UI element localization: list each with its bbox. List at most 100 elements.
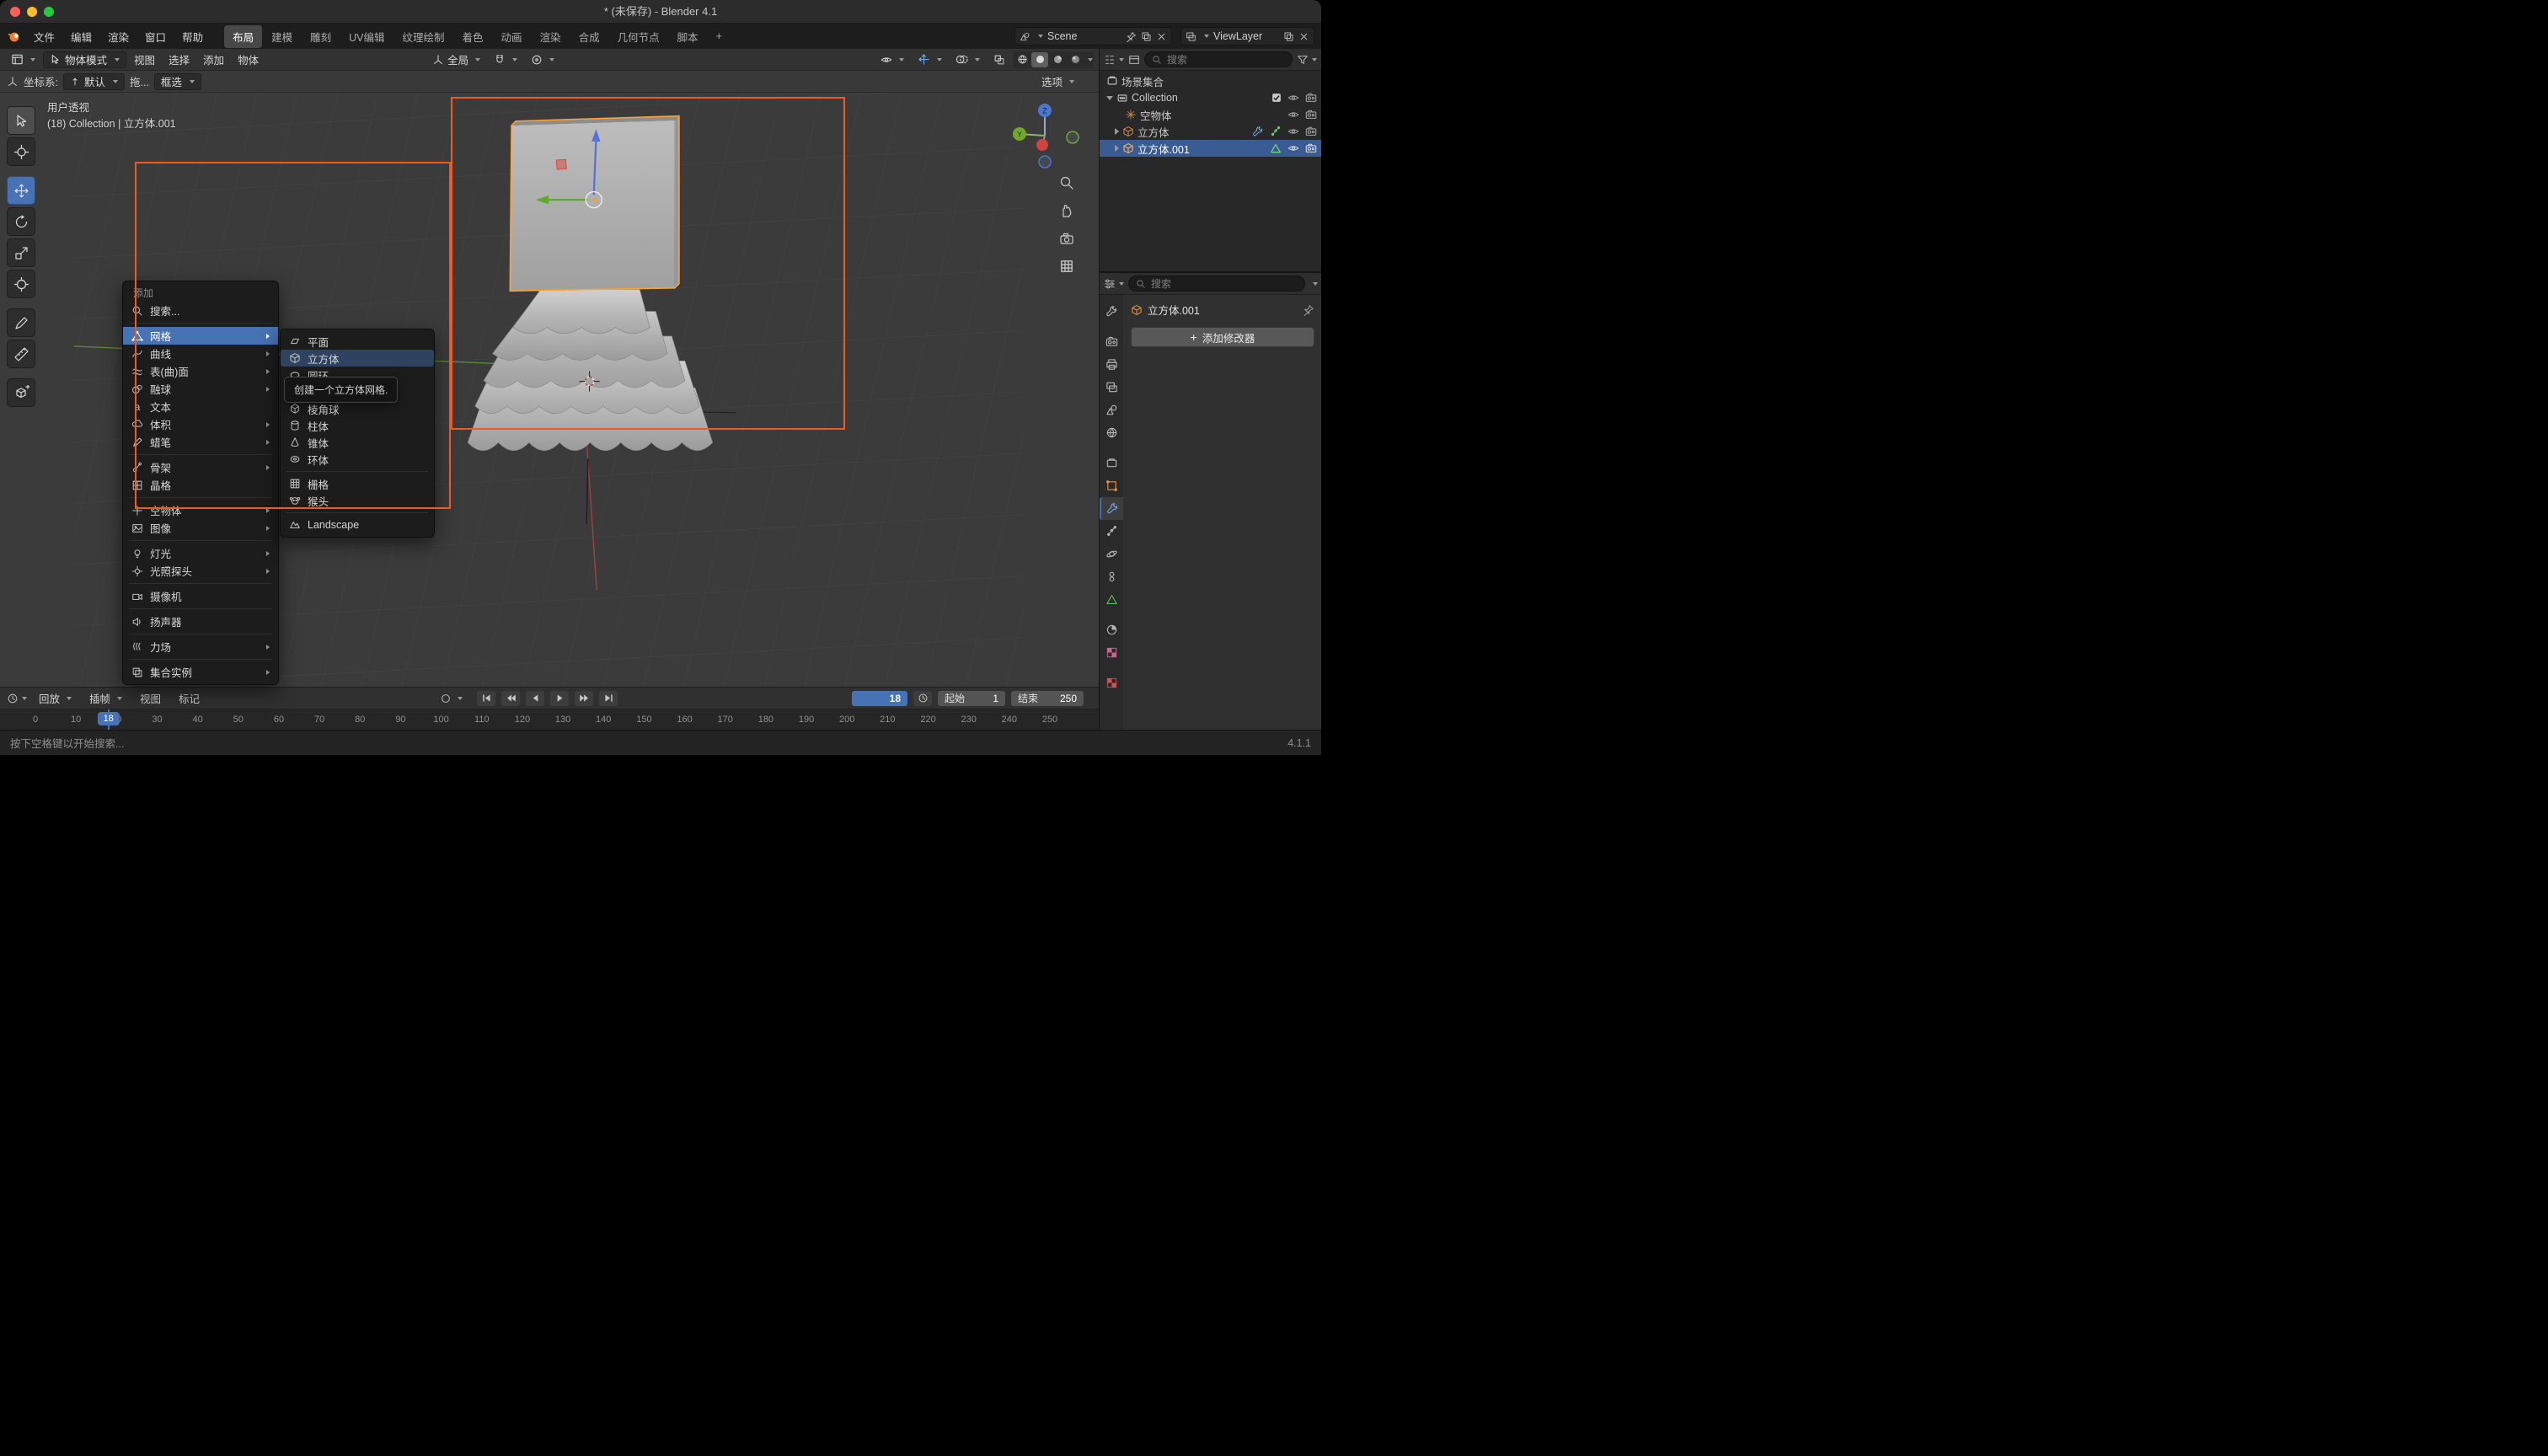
tab-modifiers[interactable] [1100,497,1123,520]
workspace-tab-modeling[interactable]: 建模 [263,25,301,48]
viewport-menu-select[interactable]: 选择 [163,50,195,69]
next-keyframe-button[interactable] [575,691,593,706]
transform-tool[interactable] [7,270,35,298]
scene-selector[interactable]: Scene [1014,27,1172,46]
render-visibility-icon[interactable] [1305,92,1317,104]
viewport-menu-object[interactable]: 物体 [232,50,265,69]
drag-label[interactable]: 拖... [130,73,149,89]
cursor-tool[interactable] [7,137,35,166]
view-layer-name[interactable]: ViewLayer [1213,30,1279,42]
properties-search-input[interactable]: 搜索 [1128,276,1305,292]
snapping-toggle[interactable] [488,52,523,67]
move-tool[interactable] [7,176,35,205]
pin-icon[interactable] [1303,304,1314,316]
render-visibility-icon[interactable] [1305,126,1317,137]
rotate-tool[interactable] [7,207,35,236]
tab-texture[interactable] [1100,641,1123,664]
workspace-tab-rendering[interactable]: 渲染 [532,25,570,48]
viewport-menu-view[interactable]: 视图 [128,50,161,69]
timeline-marker-menu[interactable]: 标记 [173,688,206,708]
add-menu-item-light[interactable]: 灯光 [123,544,278,562]
tab-scene[interactable] [1100,399,1123,421]
tab-physics[interactable] [1100,543,1123,565]
exclude-checkbox[interactable] [1271,93,1282,103]
new-scene-icon[interactable] [1141,31,1152,42]
playhead-frame-badge[interactable]: 18 [98,712,120,725]
tab-object-data[interactable] [1100,588,1123,611]
add-menu-item-force-field[interactable]: 力场 [123,638,278,656]
outliner-row-empty[interactable]: 空物体 [1100,106,1321,123]
blender-logo-icon[interactable] [7,29,22,44]
workspace-tab-texture-paint[interactable]: 纹理绘制 [394,25,453,48]
outliner-editor-selector[interactable] [1104,54,1124,66]
add-menu-item-image[interactable]: 图像 [123,519,278,537]
tab-collection[interactable] [1100,452,1123,474]
workspace-tab-animation[interactable]: 动画 [493,25,531,48]
play-button[interactable] [550,691,569,706]
zoom-icon[interactable] [1057,173,1077,193]
use-preview-range-toggle[interactable] [913,691,932,706]
workspace-tab-uv-editing[interactable]: UV编辑 [340,25,393,48]
menu-edit[interactable]: 编辑 [63,26,99,47]
shading-rendered-button[interactable] [1067,52,1084,67]
xray-toggle[interactable] [988,52,1011,67]
add-menu-item-light-probe[interactable]: 光照探头 [123,562,278,580]
add-workspace-button[interactable]: + [708,27,731,46]
outliner-row-collection[interactable]: Collection [1100,89,1321,106]
proportional-edit-toggle[interactable] [525,52,560,67]
tab-brush[interactable] [1100,672,1123,694]
overlays-toggle[interactable] [950,51,986,67]
collapse-icon[interactable] [1106,96,1113,100]
viewport-menu-add[interactable]: 添加 [197,50,230,69]
end-frame-field[interactable]: 结束250 [1011,691,1084,706]
play-reverse-button[interactable] [526,691,544,706]
tab-object[interactable] [1100,474,1123,497]
transform-orientation-selector[interactable]: 全局 [426,50,486,69]
add-menu-item-speaker[interactable]: 扬声器 [123,613,278,630]
tab-tool[interactable] [1100,300,1123,323]
menu-file[interactable]: 文件 [26,26,62,47]
annotate-tool[interactable] [7,308,35,337]
start-frame-field[interactable]: 起始1 [938,691,1005,706]
workspace-tab-shading[interactable]: 着色 [454,25,492,48]
options-dropdown[interactable]: 选项 [1036,72,1080,91]
tab-material[interactable] [1100,618,1123,641]
particles-icon[interactable] [1270,126,1282,137]
add-modifier-button[interactable]: + 添加修改器 [1131,327,1314,347]
auto-keying-toggle[interactable] [440,693,463,704]
pan-hand-icon[interactable] [1057,201,1077,221]
close-icon[interactable] [1298,31,1309,42]
properties-options-chevron[interactable] [1313,282,1318,286]
add-cube-tool[interactable] [7,378,35,407]
add-menu-item-camera[interactable]: 摄像机 [123,587,278,605]
shading-wireframe-button[interactable] [1014,52,1030,67]
tab-render[interactable] [1100,330,1123,353]
menu-help[interactable]: 帮助 [174,26,211,47]
new-view-layer-icon[interactable] [1283,31,1294,42]
add-menu-item-collection-instance[interactable]: 集合实例 [123,663,278,681]
timeline-view-menu[interactable]: 视图 [134,688,167,708]
close-icon[interactable] [1156,31,1167,42]
playback-menu[interactable]: 回放 [33,688,78,708]
tab-particles[interactable] [1100,520,1123,543]
navigation-gizmo[interactable]: Z Y [1008,99,1084,175]
timeline-ruler[interactable]: 0102030405060708090100110120130140150160… [0,709,1099,731]
previous-keyframe-button[interactable] [501,691,520,706]
workspace-tab-scripting[interactable]: 脚本 [669,25,707,48]
workspace-tab-layout[interactable]: 布局 [224,25,262,48]
pin-icon[interactable] [1126,31,1137,42]
workspace-tab-compositing[interactable]: 合成 [570,25,608,48]
mesh-item-landscape[interactable]: Landscape [281,517,434,533]
workspace-tab-sculpting[interactable]: 雕刻 [302,25,340,48]
mesh-data-icon[interactable] [1270,142,1282,154]
expand-icon[interactable] [1115,145,1119,152]
expand-icon[interactable] [1115,128,1119,135]
current-frame-field[interactable]: 18 [852,691,907,706]
tab-output[interactable] [1100,353,1123,376]
visibility-dropdown[interactable] [875,52,910,67]
scene-name[interactable]: Scene [1047,30,1121,42]
coordinate-system-selector[interactable]: 默认 [63,73,125,90]
shading-solid-button[interactable] [1031,52,1048,67]
camera-view-icon[interactable] [1057,228,1077,249]
hide-eye-icon[interactable] [1287,126,1299,137]
